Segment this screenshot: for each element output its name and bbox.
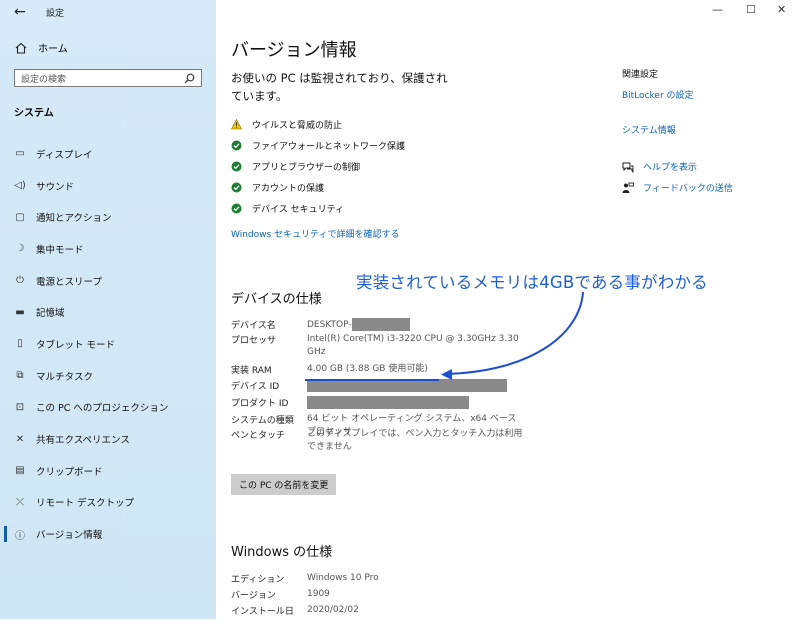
annotation-arrow	[441, 291, 584, 380]
